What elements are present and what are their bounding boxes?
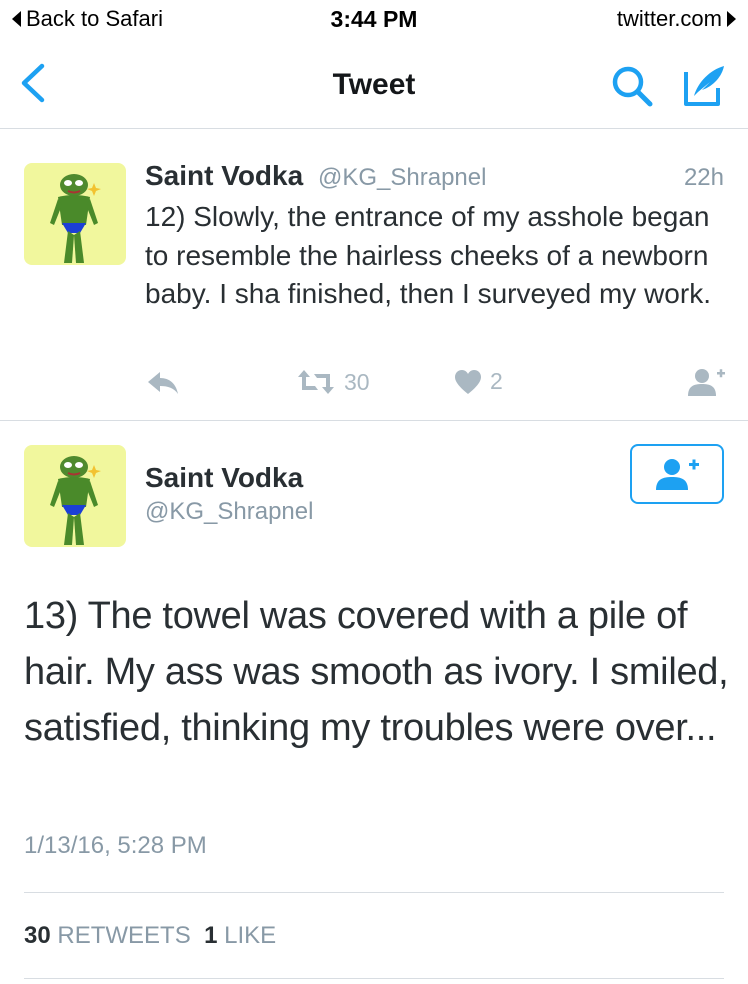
tweet-text: 13) The towel was covered with a pile of… [24,595,729,749]
tweet-text: 12) Slowly, the entrance of my asshole b… [145,201,711,309]
like-total: 1 [204,922,218,949]
like-button[interactable]: 2 [454,368,503,395]
author-name[interactable]: Saint Vodka [145,462,303,494]
compose-icon [684,66,724,106]
retweets-link[interactable]: RETWEETS [57,922,190,949]
follow-button[interactable] [630,444,724,504]
tweet-divider [0,420,748,421]
search-icon [612,66,653,107]
status-bar: Back to Safari 3:44 PM twitter.com [0,0,748,40]
stats-divider-bottom [24,978,724,979]
tweet-age: 22h [683,164,724,191]
status-site[interactable]: twitter.com [617,6,738,32]
add-user-icon [688,369,725,396]
search-button[interactable] [608,62,656,110]
compose-button[interactable] [680,60,730,110]
likes-link[interactable]: LIKE [224,922,276,949]
author-handle: @KG_Shrapnel [318,164,487,191]
add-user-icon [656,459,699,490]
forward-triangle-icon [727,11,736,27]
tweet-stats: 30 RETWEETS 1 LIKE [24,922,276,950]
reply-icon [148,372,178,394]
nav-bar: Tweet [0,40,748,128]
like-count: 2 [490,368,503,394]
retweet-count: 30 [344,368,370,395]
avatar[interactable] [24,163,126,265]
heart-icon [455,369,481,394]
status-site-label: twitter.com [616,6,722,31]
tweet-date: 1/13/16, 5:28 PM [24,832,207,859]
reply-button[interactable] [146,370,180,396]
frog-avatar-icon [50,456,101,545]
retweet-button[interactable]: 30 [296,368,370,396]
nav-divider [0,128,748,129]
author-handle: @KG_Shrapnel [145,498,314,525]
avatar[interactable] [24,445,126,547]
retweet-total: 30 [24,922,51,949]
follow-small-button[interactable] [686,366,726,398]
author-name[interactable]: Saint Vodka [145,160,303,192]
retweet-icon [298,370,334,394]
frog-avatar-icon [50,174,101,263]
stats-divider-top [24,892,724,893]
